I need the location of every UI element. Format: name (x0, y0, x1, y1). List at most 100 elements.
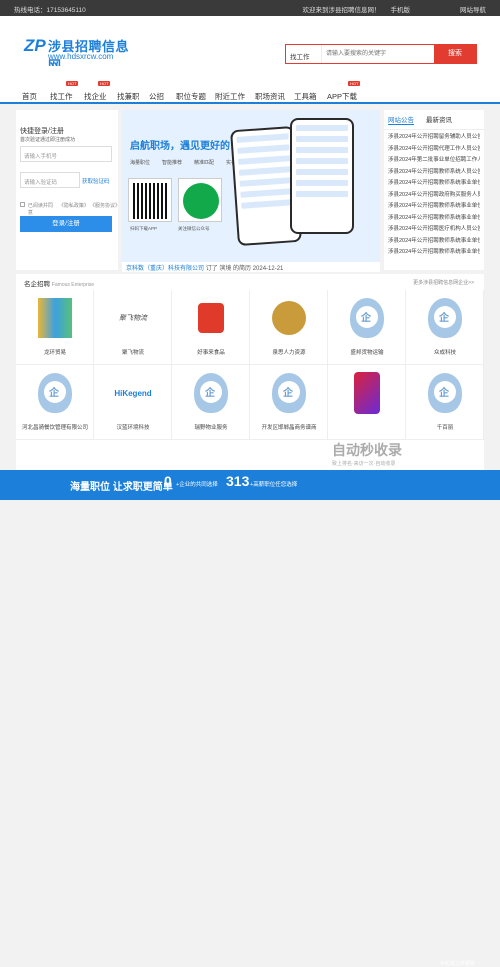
enterprise-card[interactable] (328, 365, 406, 440)
news-item[interactable]: 涉县2024年公开招聘代理工作人员公告 (388, 144, 480, 156)
site-logo[interactable]: ZP 涉县招聘信息网 www.hdsxrcw.com (24, 36, 134, 73)
enterprise-card[interactable]: 企 众成科技 (406, 290, 484, 365)
login-subtitle: 首次验证通过即注册成功 (20, 137, 76, 143)
nav-toolbox[interactable]: 工具箱 (294, 91, 317, 102)
news-item[interactable]: 涉县2024年公开招聘教师系统事业单位 (388, 178, 480, 190)
banner-tag: 智能推荐 (162, 160, 183, 166)
bottom-count-2: 313 (226, 473, 250, 489)
enterprise-card[interactable]: 龙环贸易 (16, 290, 94, 365)
welcome-text: 欢迎来到涉县招聘信息网！ (302, 7, 381, 14)
nav-home[interactable]: 首页 (22, 91, 37, 102)
login-title: 快捷登录/注册 (20, 128, 64, 135)
company-logo: 企 (425, 298, 465, 338)
enterprise-card[interactable]: HiKegend 汉蓝环境科技 (94, 365, 172, 440)
phone-field[interactable]: 请输入手机号 (20, 146, 112, 162)
company-logo: 企 (425, 373, 465, 413)
nav-find-job[interactable]: 找工作 (50, 91, 73, 102)
enterprise-card[interactable]: 泉思人力资源 (250, 290, 328, 365)
news-item[interactable]: 涉县2024年公开招聘医疗机构人员公告 (388, 224, 480, 236)
company-logo: 企 (191, 373, 231, 413)
site-nav-link[interactable]: 网站导航 (460, 4, 486, 14)
bottom-promo-bar: 海量职位 让求职更简单 0 +企业的共同选择 313 +高薪职位任您选择 手机找… (0, 470, 500, 967)
service-link[interactable]: 《服务协议》 (90, 202, 120, 216)
search-input[interactable] (322, 45, 434, 63)
enterprise-card[interactable]: 企 盛邦货物运输 (328, 290, 406, 365)
top-bar: 热线电话：17153645110 欢迎来到涉县招聘信息网！ 手机版 网站导航 (0, 0, 500, 16)
company-logo (35, 298, 75, 338)
hot-badge: HOT (66, 81, 79, 86)
tab-announcements[interactable]: 网站公告 (388, 114, 414, 125)
nav-app-download[interactable]: APP下载 (327, 91, 357, 102)
enterprise-card[interactable]: 聚飞物流 聚飞物流 (94, 290, 172, 365)
enterprise-row: 龙环贸易 聚飞物流 聚飞物流 好事来食品 泉思人力资源 企 盛邦货物运输 企 众… (16, 290, 484, 365)
enterprise-row: 企 河北昌骑餐饮管理有限公司 HiKegend 汉蓝环境科技 企 瑞野物业服务 … (16, 365, 484, 440)
company-logo: 企 (269, 373, 309, 413)
get-code-button[interactable]: 获取验证码 (82, 177, 110, 185)
banner-tag: 海量职位 (130, 160, 151, 166)
banner-tags: 海量职位 智能推荐 精准匹配 实名认证 (130, 159, 246, 166)
search-box: 找工作 搜索 (285, 44, 477, 64)
bottom-app-link[interactable]: 手机找工作更快 (440, 960, 475, 967)
nav-career-news[interactable]: 职场资讯 (255, 91, 285, 102)
company-logo: 聚飞物流 (119, 315, 147, 322)
bottom-count-1: 0 (164, 473, 172, 489)
mobile-link[interactable]: 手机版 (391, 4, 411, 14)
enterprise-card[interactable]: 企 瑞野物业服务 (172, 365, 250, 440)
activity-extra: 的简历 2024-12-21 (233, 266, 284, 272)
more-enterprises-link[interactable]: 更多涉县招聘信息网企业>> (413, 279, 474, 286)
company-logo (191, 298, 231, 338)
enterprise-card[interactable]: 企 开发区邯郸晶商务谱商 (250, 365, 328, 440)
bottom-caption-1: +企业的共同选择 (176, 482, 218, 488)
company-logo: 企 (347, 298, 387, 338)
code-field[interactable]: 请输入验证码 (20, 172, 80, 188)
app-qr-code (128, 178, 172, 222)
company-logo: 企 (35, 373, 75, 413)
enterprise-card[interactable]: 企 千百丽 (406, 365, 484, 440)
agree-checkbox[interactable] (20, 202, 25, 207)
privacy-link[interactable]: 《隐私政策》 (59, 202, 89, 216)
recent-activity: 京科数（重庆）科技有限公司 订了 滨境 的简历 2024-12-21 (122, 262, 380, 272)
news-item[interactable]: 涉县2024年公开招聘政府购买服务人员 (388, 190, 480, 202)
promo-banner[interactable]: 启航职场，遇见更好的自己 海量职位 智能推荐 精准匹配 实名认证 扫码下载APP… (122, 110, 380, 262)
news-panel: 网站公告 最新资讯 涉县2024年公开招聘留务辅助人员公告 涉县2024年公开招… (384, 110, 484, 270)
enterprise-card[interactable]: 企 河北昌骑餐饮管理有限公司 (16, 365, 94, 440)
news-item[interactable]: 涉县2024年公开招聘留务辅助人员公告 (388, 132, 480, 144)
company-logo: HiKegend (114, 388, 152, 398)
hot-badge: HOT (348, 81, 361, 86)
news-item[interactable]: 涉县2024年公开招聘教师系统事业单位 (388, 213, 480, 225)
news-item[interactable]: 涉县2024年公开招聘教师系统事业单位 (388, 247, 480, 259)
nav-find-company[interactable]: 找企业 (84, 91, 107, 102)
news-item[interactable]: 涉县2024年公开招聘教师系统事业单位 (388, 201, 480, 213)
nav-job-topics[interactable]: 职位专题 (176, 91, 206, 102)
qr-app-label: 扫码下载APP (130, 226, 158, 231)
agree-text: 已阅读并同意 (27, 203, 53, 216)
login-panel: 快捷登录/注册 首次验证通过即注册成功 请输入手机号 请输入验证码 获取验证码 … (16, 110, 120, 270)
banner-tag: 精准匹配 (194, 160, 215, 166)
section-title: 名企招聘 Famous Enterprise (24, 281, 95, 288)
main-nav: 首页 HOT 找工作 HOT 找企业 找兼职 公招 职位专题 附近工作 职场资讯… (0, 66, 500, 104)
enterprise-card[interactable]: 好事来食品 (172, 290, 250, 365)
activity-company[interactable]: 京科数（重庆）科技有限公司 (126, 266, 204, 272)
header: ZP 涉县招聘信息网 www.hdsxrcw.com 找工作 搜索 (0, 16, 500, 73)
tab-latest-news[interactable]: 最新资讯 (426, 114, 452, 125)
search-button[interactable]: 搜索 (434, 45, 476, 63)
bottom-caption-2: +高薪职位任您选择 (250, 482, 298, 488)
nav-nearby-jobs[interactable]: 附近工作 (215, 91, 245, 102)
news-item[interactable]: 涉县2024年公开招聘教师系统人员公告 (388, 167, 480, 179)
news-item[interactable]: 涉县2024年第二批事业单位招聘工作人员 (388, 155, 480, 167)
search-category-select[interactable]: 找工作 (286, 45, 322, 63)
site-url: www.hdsxrcw.com (48, 52, 114, 61)
hot-badge: HOT (98, 81, 111, 86)
nav-part-time[interactable]: 找兼职 (117, 91, 140, 102)
login-submit-button[interactable]: 登录/注册 (20, 216, 112, 232)
news-tabs: 网站公告 最新资讯 (384, 110, 484, 130)
company-logo (269, 298, 309, 338)
hotline-text: 热线电话：17153645110 (14, 7, 86, 14)
company-logo (347, 372, 387, 414)
activity-action: 订了 滨境 (205, 266, 232, 272)
qr-wechat-label: 关注微信公众号 (178, 226, 210, 231)
news-item[interactable]: 涉县2024年公开招聘教师系统事业单位 (388, 236, 480, 248)
nav-public-recruit[interactable]: 公招 (149, 91, 164, 102)
agreement: 已阅读并同意 《隐私政策》 《服务协议》 (20, 202, 120, 216)
watermark: 自动秒收录 致上排名·来访一次·自动收录 (332, 442, 402, 467)
